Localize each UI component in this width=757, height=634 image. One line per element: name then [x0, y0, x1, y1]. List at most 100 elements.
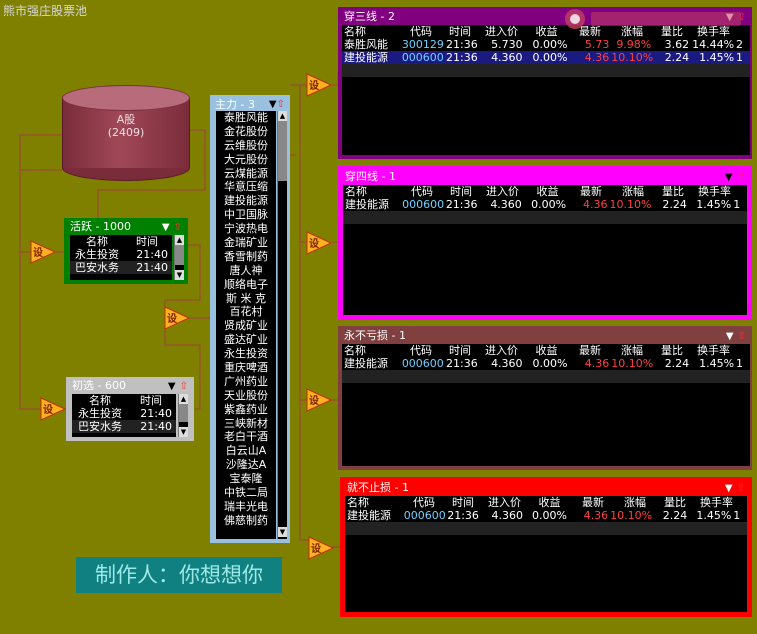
up-icon[interactable]: ⇧ [737, 172, 745, 183]
table-row[interactable]: 巴安水务 21:40 [72, 420, 176, 433]
panel-controls[interactable]: ▼⇧ [269, 98, 285, 111]
list-item[interactable]: 天业股份 [216, 389, 276, 403]
table-row[interactable]: 泰胜风能 300129 21:36 5.730 0.00% 5.73 9.98% 3.62 14… [342, 38, 750, 51]
list-item[interactable]: 盛达矿业 [216, 333, 276, 347]
filter-triangle-icon[interactable]: 设 [306, 73, 333, 97]
list-item[interactable]: 顺络电子 [216, 278, 276, 292]
col-chg[interactable]: 涨幅 [613, 185, 655, 198]
list-item[interactable]: 中铁二局 [216, 486, 276, 500]
panel-controls[interactable]: ▼⇧ [725, 170, 745, 186]
menu-icon[interactable]: ▼ [726, 331, 734, 342]
col-chg[interactable]: 涨幅 [612, 344, 654, 357]
col-gain[interactable]: 收益 [525, 344, 570, 357]
col-code[interactable]: 代码 [405, 496, 445, 509]
list-item[interactable]: 白云山A [216, 444, 276, 458]
table-row[interactable]: 巴安水务 21:40 [70, 261, 172, 274]
col-last[interactable]: 最新 [573, 496, 615, 509]
menu-icon[interactable]: ▼ [725, 172, 733, 183]
col-vol[interactable]: 量比 [657, 496, 695, 509]
list-item[interactable]: 贤成矿业 [216, 319, 276, 333]
up-icon[interactable]: ⇧ [737, 483, 745, 494]
col-code[interactable]: 代码 [402, 344, 442, 357]
list-item[interactable]: 宁波热电 [216, 222, 276, 236]
panel-chuan-si-xian[interactable]: 穿四线 - 1 ▼ ⇧ 名称 代码 时间 进入价 收益 最新 涨幅 量比 换手率 建投能源 00060… [338, 166, 752, 320]
col-price[interactable]: 进入价 [480, 344, 525, 357]
col-name[interactable]: 名称 [345, 496, 405, 509]
list-item[interactable]: 香雪制药 [216, 250, 276, 264]
filter-triangle-icon[interactable]: 设 [40, 397, 67, 421]
menu-icon[interactable]: ▼ [168, 381, 176, 392]
up-icon[interactable]: ⇧ [180, 381, 188, 392]
col-name[interactable]: 名称 [343, 185, 403, 198]
col-turn[interactable]: 换手率 [695, 496, 740, 509]
list-item[interactable]: 三峡新材 [216, 417, 276, 431]
up-icon[interactable]: ⇧ [174, 222, 182, 233]
huoyue-panel[interactable]: 活跃 - 1000 ▼ ⇧ 名称 时间 永生投资 21:40 巴安水务 21:40 ▲ … [64, 218, 188, 284]
scroll-down-icon[interactable]: ▼ [175, 270, 184, 280]
scroll-thumb[interactable] [179, 404, 188, 422]
list-item[interactable]: 金瑞矿业 [216, 236, 276, 250]
list-item[interactable]: 云维股份 [216, 139, 276, 153]
zhuli-panel[interactable]: 主力 - 3 ▼⇧ 泰胜风能 金花股份 云维股份 大元股份 云煤能源 华意压缩 建投能源 中卫… [210, 95, 290, 543]
zhuli-scrollbar[interactable]: ▲ ▼ [277, 111, 287, 539]
col-gain[interactable]: 收益 [526, 185, 571, 198]
filter-triangle-icon[interactable]: 设 [306, 231, 333, 255]
panel-jiu-bu-zhi-sun[interactable]: 就不止损 - 1 ▼ ⇧ 名称 代码 时间 进入价 收益 最新 涨幅 量比 换手率 建投能源 0006… [340, 477, 752, 617]
list-item[interactable]: 永生投资 [216, 347, 276, 361]
scroll-up-icon[interactable]: ▲ [175, 235, 184, 245]
col-time[interactable]: 时间 [443, 185, 481, 198]
col-gain[interactable]: 收益 [528, 496, 573, 509]
scroll-thumb[interactable] [175, 245, 184, 265]
scroll-down-icon[interactable]: ▼ [278, 527, 287, 537]
col-last[interactable]: 最新 [570, 344, 612, 357]
col-time[interactable]: 时间 [445, 496, 483, 509]
list-item[interactable]: 华意压缩 [216, 180, 276, 194]
col-code[interactable]: 代码 [402, 25, 442, 38]
list-item[interactable]: 紫鑫药业 [216, 403, 276, 417]
list-item[interactable]: 老白干酒 [216, 430, 276, 444]
scroll-thumb[interactable] [278, 121, 287, 181]
list-item[interactable]: 沙隆达A [216, 458, 276, 472]
filter-triangle-icon[interactable]: 设 [164, 306, 191, 330]
col-turn[interactable]: 换手率 [693, 185, 738, 198]
huoyue-scrollbar[interactable]: ▲ ▼ [174, 235, 184, 280]
col-time[interactable]: 时间 [442, 25, 480, 38]
list-item[interactable]: 佛慈制药 [216, 514, 276, 528]
panel-controls[interactable]: ▼⇧ [168, 380, 188, 394]
table-row[interactable]: 永生投资 21:40 [70, 248, 172, 261]
table-row[interactable]: 永生投资 21:40 [72, 407, 176, 420]
table-row[interactable]: 建投能源 000600 21:36 4.360 0.00% 4.36 10.10% 2.24 1… [343, 198, 747, 211]
col-chg[interactable]: 涨幅 [615, 496, 657, 509]
col-vol[interactable]: 量比 [654, 344, 692, 357]
list-item[interactable]: 斯 米 克 [216, 292, 276, 306]
col-turn[interactable]: 换手率 [692, 344, 737, 357]
list-item[interactable]: 大元股份 [216, 153, 276, 167]
col-name[interactable]: 名称 [342, 25, 402, 38]
col-vol[interactable]: 量比 [655, 185, 693, 198]
list-item[interactable]: 唐人神 [216, 264, 276, 278]
col-price[interactable]: 进入价 [483, 496, 528, 509]
table-row[interactable]: 建投能源 000600 21:36 4.360 0.00% 4.36 10.10% 2.24 1… [345, 509, 747, 522]
table-row[interactable]: 建投能源 000600 21:36 4.360 0.00% 4.36 10.10% 2.24 1… [342, 51, 750, 64]
col-price[interactable]: 进入价 [480, 25, 525, 38]
scroll-up-icon[interactable]: ▲ [278, 111, 287, 121]
panel-yong-bu-kui-sun[interactable]: 永不亏损 - 1 ▼ ⇧ 名称 代码 时间 进入价 收益 最新 涨幅 量比 换手率 建投能源 0006… [338, 326, 752, 470]
panel-controls[interactable]: ▼⇧ [726, 329, 746, 345]
col-code[interactable]: 代码 [403, 185, 443, 198]
list-item[interactable]: 泰胜风能 [216, 111, 276, 125]
menu-icon[interactable]: ▼ [725, 483, 733, 494]
list-item[interactable]: 重庆啤酒 [216, 361, 276, 375]
filter-triangle-icon[interactable]: 设 [308, 536, 335, 560]
scroll-up-icon[interactable]: ▲ [179, 394, 188, 404]
col-time[interactable]: 时间 [442, 344, 480, 357]
list-item[interactable]: 百花村 [216, 305, 276, 319]
list-item[interactable]: 广州药业 [216, 375, 276, 389]
list-item[interactable]: 金花股份 [216, 125, 276, 139]
menu-icon[interactable]: ▼ [269, 99, 277, 110]
scroll-down-icon[interactable]: ▼ [179, 427, 188, 437]
filter-triangle-icon[interactable]: 设 [30, 240, 57, 264]
filter-triangle-icon[interactable]: 设 [306, 388, 333, 412]
table-row[interactable]: 建投能源 000600 21:36 4.360 0.00% 4.36 10.10% 2.24 1… [342, 357, 750, 370]
list-item[interactable]: 宝泰隆 [216, 472, 276, 486]
chuxuan-scrollbar[interactable]: ▲ ▼ [178, 394, 188, 437]
